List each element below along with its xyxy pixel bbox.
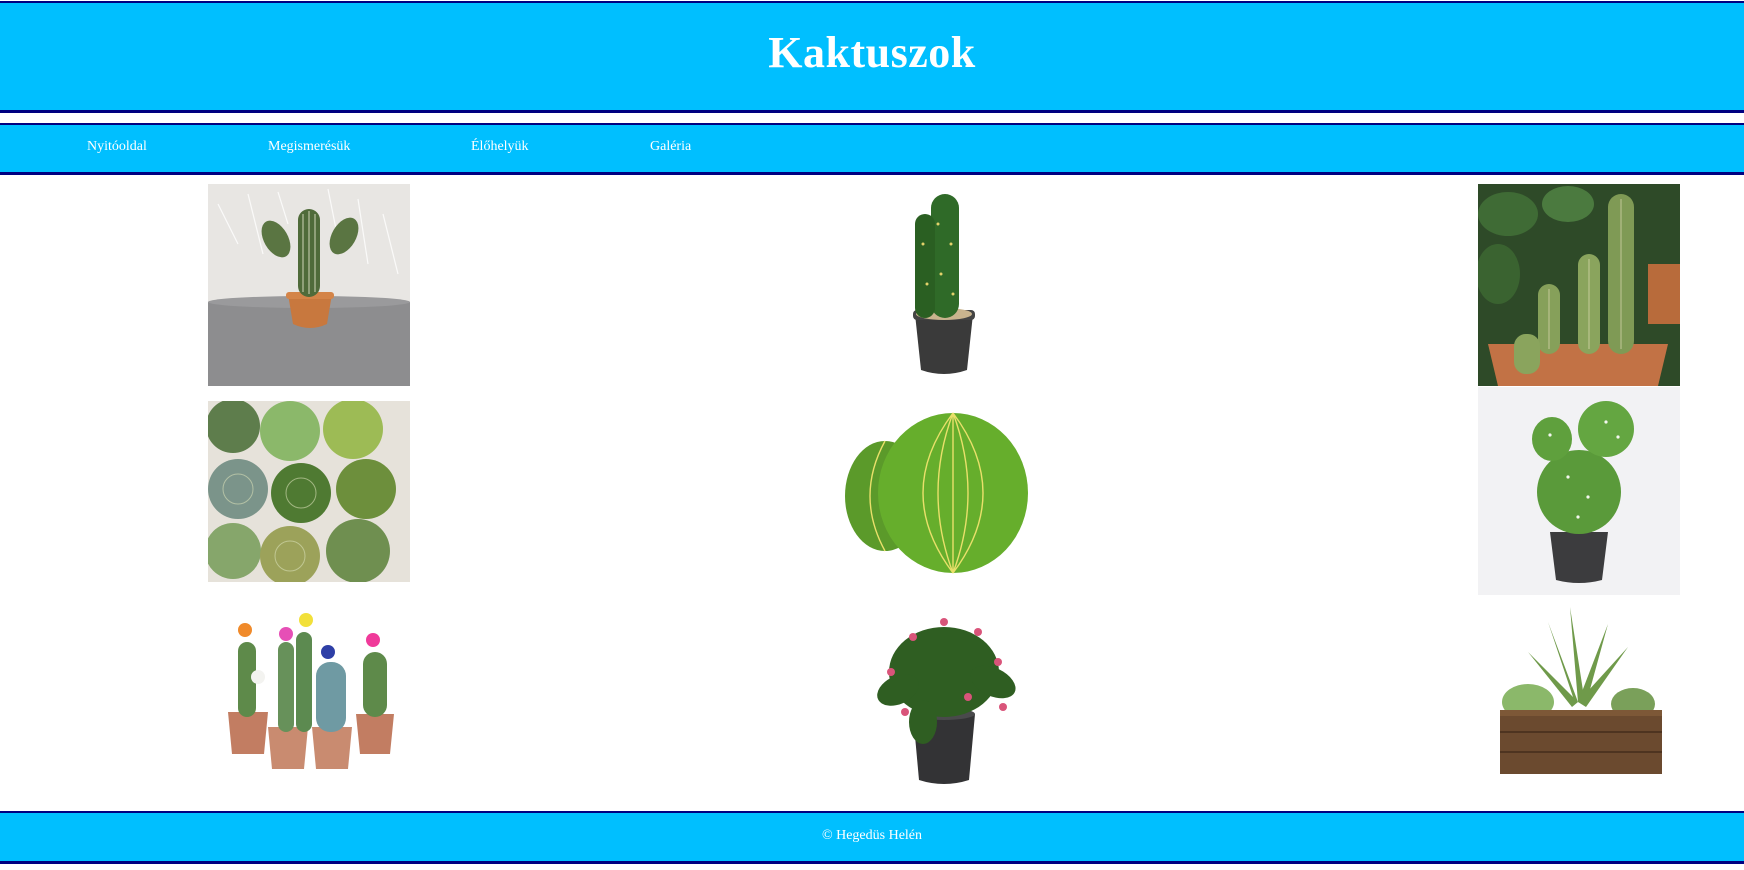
gallery-image-cactus-clay-pot[interactable] [208, 184, 410, 386]
gallery-image-tall-cactus[interactable] [843, 184, 1045, 386]
cactus-arms-picture [208, 184, 410, 386]
gallery-image-flowering-cacti[interactable] [208, 602, 410, 774]
gallery-image-succulents[interactable] [208, 401, 410, 582]
footer-banner: © Hegedüs Helén [0, 811, 1744, 864]
flowering-cacti-picture [208, 602, 410, 774]
bunny-cactus-picture [1478, 387, 1680, 595]
cacti-planter-picture [1478, 184, 1680, 386]
succulent-box-picture [1478, 602, 1680, 784]
succulents-top-view-picture [208, 401, 410, 582]
gallery-image-succulent-box[interactable] [1478, 602, 1680, 784]
main-nav: Nyitóoldal Megismerésük Élőhelyük Galéri… [0, 123, 1744, 175]
barrel-cactus-picture [843, 401, 1045, 582]
gallery-image-bunny-cactus[interactable] [1478, 387, 1680, 595]
gallery-image-christmas-cactus[interactable] [843, 602, 1045, 786]
nav-link-habitat[interactable]: Élőhelyük [471, 139, 529, 155]
nav-link-home[interactable]: Nyitóoldal [87, 139, 147, 155]
header-banner: Kaktuszok [0, 1, 1744, 113]
page-title: Kaktuszok [768, 28, 976, 77]
nav-link-gallery[interactable]: Galéria [650, 139, 691, 155]
christmas-cactus-picture [843, 602, 1045, 786]
copyright-text: © Hegedüs Helén [821, 828, 923, 843]
gallery-image-barrel-cactus[interactable] [843, 401, 1045, 582]
gallery-image-cacti-planter[interactable] [1478, 184, 1680, 386]
tall-cactus-picture [843, 184, 1045, 386]
nav-link-about[interactable]: Megismerésük [268, 139, 350, 155]
